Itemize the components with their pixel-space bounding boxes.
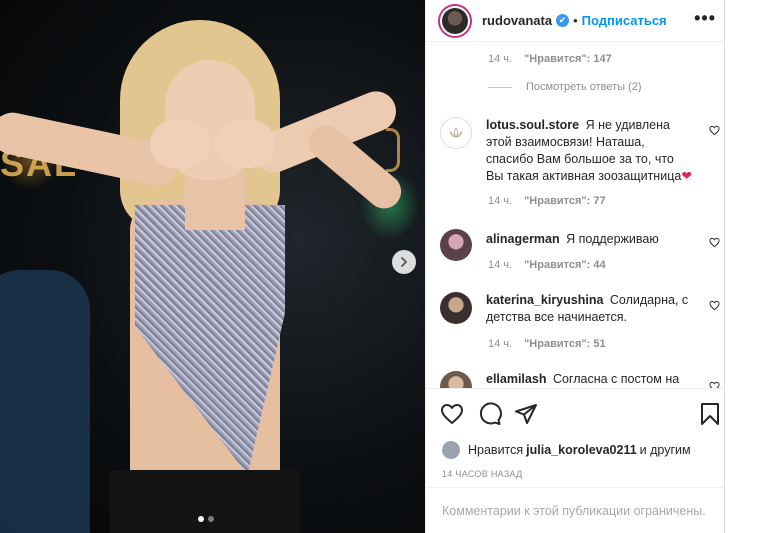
comment-item: lotus.soul.store Я не удивлена этой взаи… (440, 117, 726, 185)
post-timestamp[interactable]: 14 ЧАСОВ НАЗАД (442, 469, 523, 479)
model-hand (150, 120, 210, 168)
carousel-dot (208, 516, 214, 522)
commenter-avatar[interactable] (440, 371, 472, 388)
avatar-image (442, 7, 468, 34)
comment-likes[interactable]: "Нравится": 147 (524, 53, 612, 65)
lotus-logo-icon (449, 127, 463, 138)
commenter-avatar[interactable] (440, 292, 472, 324)
author-username[interactable]: rudovanata (482, 13, 552, 28)
likes-summary[interactable]: Нравится julia_koroleva0211 и другим (442, 441, 691, 459)
comment-likes[interactable]: "Нравится": 51 (524, 338, 605, 350)
comment-text: Согласна с постом на (552, 372, 680, 386)
commenter-username[interactable]: alinagerman (486, 232, 560, 246)
comment-meta: 14 ч. "Нравится": 147 (488, 53, 612, 65)
heart-icon[interactable] (709, 381, 720, 388)
liker-avatar (442, 441, 460, 459)
model-hand (215, 120, 275, 168)
commenter-avatar[interactable] (440, 229, 472, 261)
commenter-username[interactable]: lotus.soul.store (486, 118, 579, 132)
bookmark-icon[interactable] (698, 402, 722, 426)
follow-button[interactable]: Подписаться (582, 13, 667, 28)
red-heart-emoji: ❤ (681, 169, 692, 183)
comment-meta: 14 ч. "Нравится": 51 (488, 338, 606, 350)
neon-sign-shape (386, 128, 400, 172)
carousel-next-button[interactable] (392, 250, 416, 274)
comment-meta: 14 ч. "Нравится": 77 (488, 195, 606, 207)
liker-username[interactable]: julia_koroleva0211 (526, 443, 637, 457)
comments-list[interactable]: 14 ч. "Нравится": 147 Посмотреть ответы … (426, 43, 726, 388)
comment-likes[interactable]: "Нравится": 77 (524, 195, 605, 207)
comment-body: lotus.soul.store Я не удивлена этой взаи… (486, 117, 694, 185)
comment-body: katerina_kiryushina Солидарна, с детства… (486, 292, 694, 326)
comment-time: 14 ч. (488, 338, 513, 350)
heart-icon[interactable] (709, 125, 720, 136)
model-pants (110, 470, 300, 533)
action-bar (426, 388, 726, 442)
background-person (0, 270, 90, 533)
post-header: rudovanata ✔ • Подписаться ••• (426, 0, 726, 42)
heart-icon[interactable] (440, 402, 464, 426)
carousel-dot-active (198, 516, 204, 522)
comment-text: Я поддерживаю (566, 232, 659, 246)
commenter-avatar[interactable] (440, 117, 472, 149)
comment-icon[interactable] (478, 402, 502, 426)
comment-item: alinagerman Я поддерживаю (440, 229, 726, 261)
post-photo[interactable]: SAL (0, 0, 425, 533)
comment-meta: 14 ч. "Нравится": 44 (488, 259, 606, 271)
comment-time: 14 ч. (488, 195, 513, 207)
replies-line (488, 86, 512, 88)
post-side-panel: rudovanata ✔ • Подписаться ••• 14 ч. "Нр… (425, 0, 726, 533)
comment-body: alinagerman Я поддерживаю (486, 229, 694, 261)
verified-badge-icon: ✔ (556, 14, 570, 27)
more-options-icon[interactable]: ••• (694, 8, 716, 29)
carousel-indicator (198, 516, 214, 522)
likes-suffix[interactable]: и другим (640, 443, 691, 457)
chevron-right-icon (401, 257, 407, 267)
author-avatar[interactable] (438, 3, 472, 38)
comment-item: katerina_kiryushina Солидарна, с детства… (440, 292, 726, 326)
comments-disabled-notice: Комментарии к этой публикации ограничены… (426, 487, 726, 533)
share-icon[interactable] (514, 402, 538, 426)
view-replies-button[interactable]: Посмотреть ответы (2) (488, 81, 642, 93)
comment-likes[interactable]: "Нравится": 44 (524, 259, 605, 271)
likes-prefix: Нравится (468, 443, 524, 457)
comment-body: ellamilash Согласна с постом на (486, 371, 694, 388)
comment-time: 14 ч. (488, 259, 513, 271)
view-replies-label: Посмотреть ответы (2) (526, 81, 642, 93)
commenter-username[interactable]: katerina_kiryushina (486, 293, 603, 307)
separator: • (573, 13, 578, 28)
commenter-username[interactable]: ellamilash (486, 372, 546, 386)
comment-time: 14 ч. (488, 53, 513, 65)
heart-icon[interactable] (709, 300, 720, 311)
comment-item: ellamilash Согласна с постом на (440, 371, 726, 388)
heart-icon[interactable] (709, 237, 720, 248)
